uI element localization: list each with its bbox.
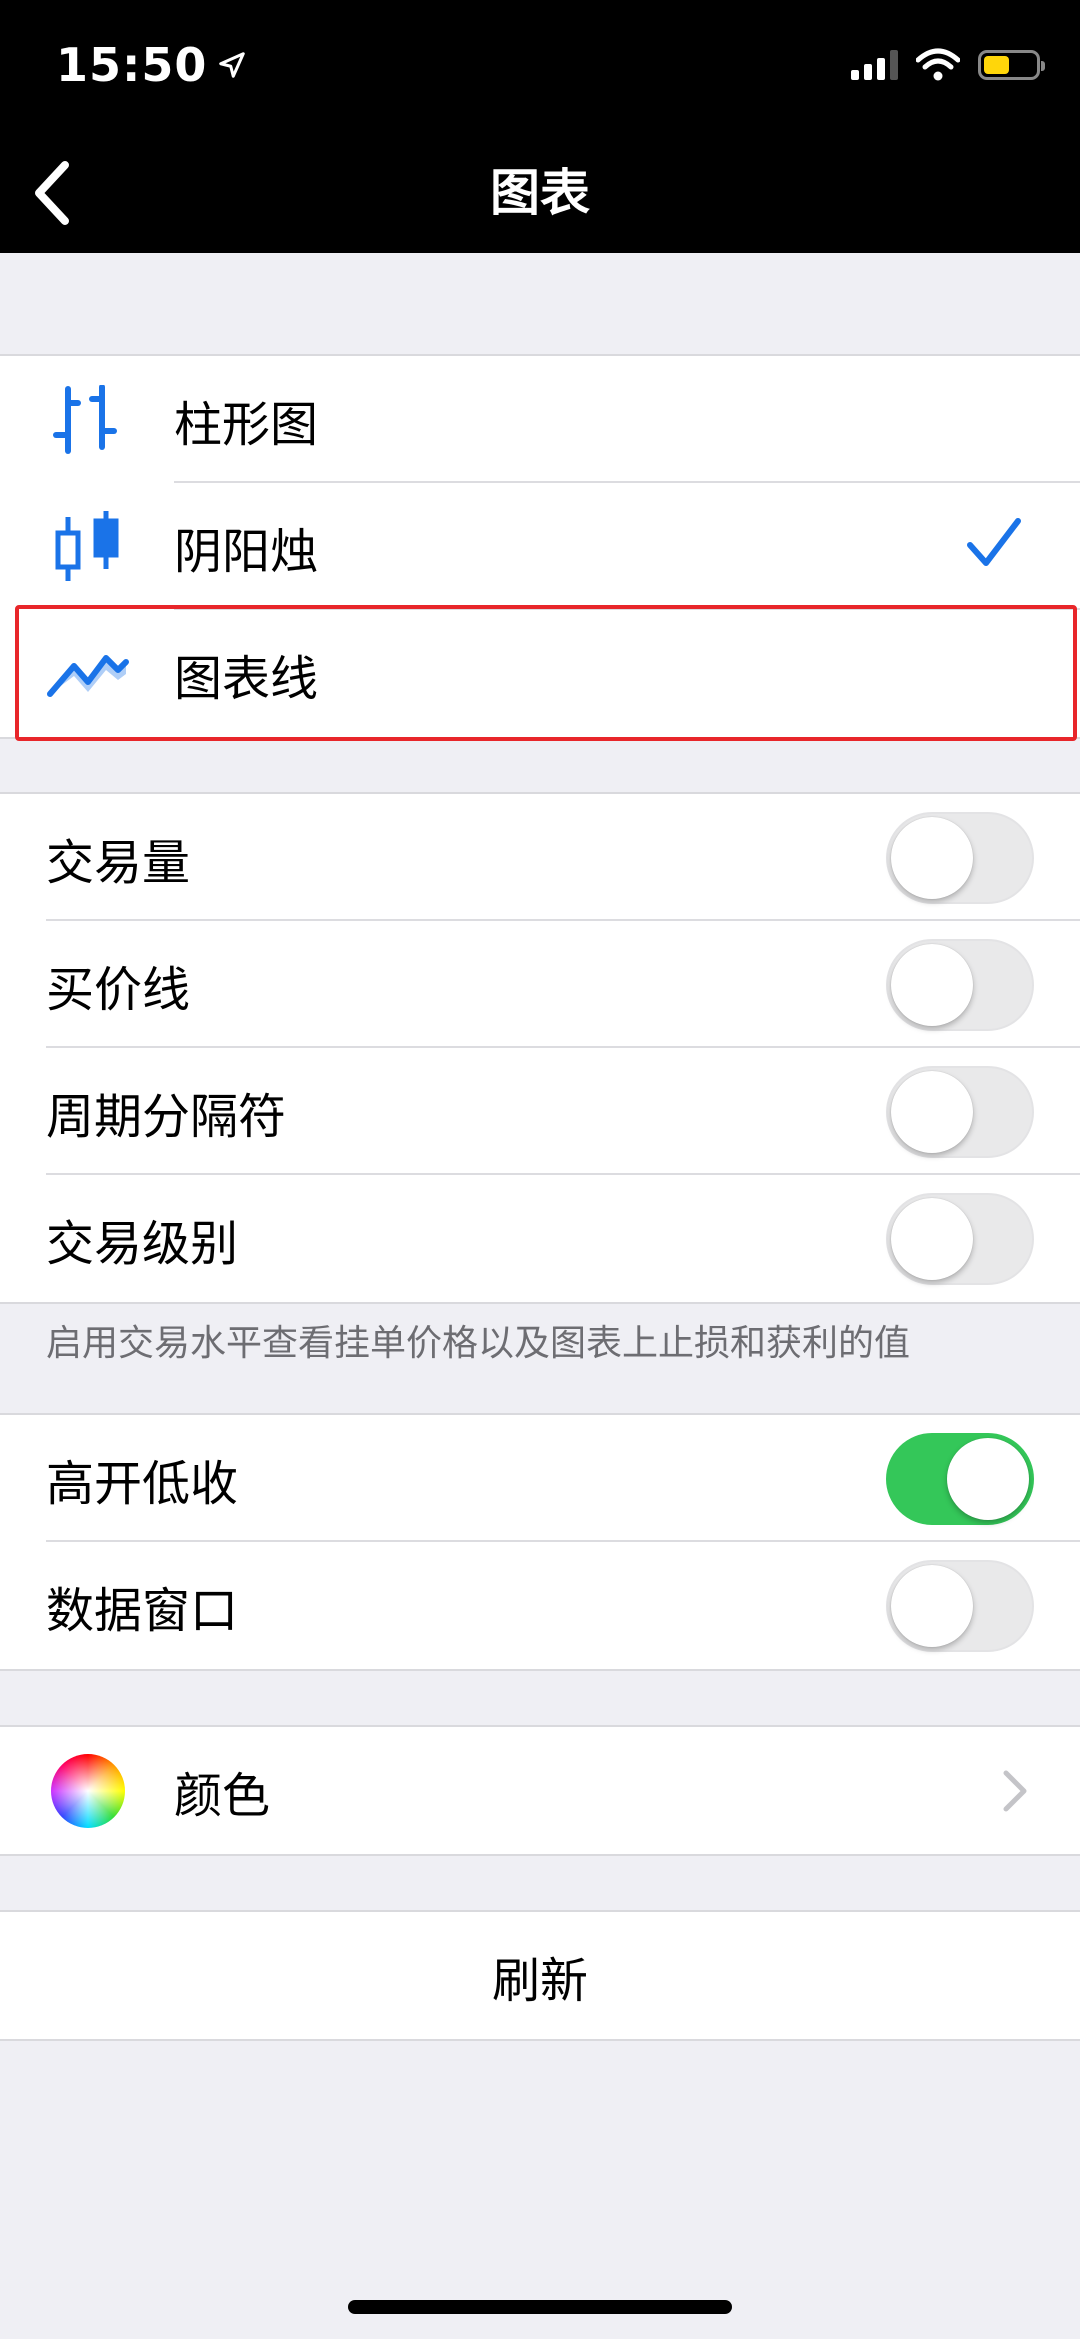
period-separator-toggle[interactable] [886,1065,1034,1158]
toggle-label: 周期分隔符 [46,1088,287,1145]
toggle-label: 买价线 [46,961,191,1018]
volume-row: 交易量 [0,794,1080,921]
bid-line-toggle[interactable] [886,938,1034,1031]
colors-group: 颜色 [0,1725,1080,1856]
display-options-group: 交易量 买价线 周期分隔符 交易级别 [0,792,1080,1304]
toggle-label: 数据窗口 [46,1582,239,1639]
data-window-toggle[interactable] [886,1559,1034,1652]
chart-type-group: 柱形图 阴阳烛 图表线 [0,354,1080,739]
ohlc-toggle[interactable] [886,1432,1034,1525]
location-arrow-icon [219,52,246,78]
top-bar: 15:50 图表 [0,0,1080,253]
data-window-row: 数据窗口 [0,1542,1080,1669]
colors-label: 颜色 [174,1767,271,1824]
volume-toggle[interactable] [886,811,1034,904]
wifi-icon [916,48,960,81]
toggle-label: 高开低收 [46,1455,239,1512]
home-indicator[interactable] [348,2300,732,2314]
refresh-button[interactable]: 刷新 [0,1912,1080,2039]
line-chart-icon [46,632,130,716]
cellular-signal-icon [851,50,898,80]
battery-icon [978,50,1045,80]
status-time: 15:50 [56,38,247,92]
status-time-text: 15:50 [56,38,208,92]
page-title: 图表 [490,164,590,222]
chart-type-label: 柱形图 [174,396,319,453]
candlestick-icon [46,505,130,589]
toggle-label: 交易量 [46,834,191,891]
toggle-label: 交易级别 [46,1215,239,1272]
trade-levels-row: 交易级别 [0,1175,1080,1302]
chart-type-line[interactable]: 图表线 [0,610,1080,737]
bar-chart-icon [46,378,130,462]
bid-line-row: 买价线 [0,921,1080,1048]
status-indicators [851,48,1045,82]
refresh-group: 刷新 [0,1910,1080,2041]
trade-levels-toggle[interactable] [886,1192,1034,1285]
chart-type-label: 图表线 [174,650,319,707]
refresh-label: 刷新 [491,1952,588,2009]
ohlc-row: 高开低收 [0,1415,1080,1542]
period-separator-row: 周期分隔符 [0,1048,1080,1175]
chart-type-label: 阴阳烛 [174,523,319,580]
colors-row[interactable]: 颜色 [0,1727,1080,1854]
chart-type-bar[interactable]: 柱形图 [0,356,1080,483]
color-wheel-icon [46,1749,130,1833]
checkmark-icon [967,518,1021,566]
chevron-right-icon [1003,1770,1027,1812]
data-options-group: 高开低收 数据窗口 [0,1413,1080,1671]
chart-type-candlestick[interactable]: 阴阳烛 [0,483,1080,610]
trade-levels-footnote: 启用交易水平查看挂单价格以及图表上止损和获利的值 [46,1323,911,1364]
